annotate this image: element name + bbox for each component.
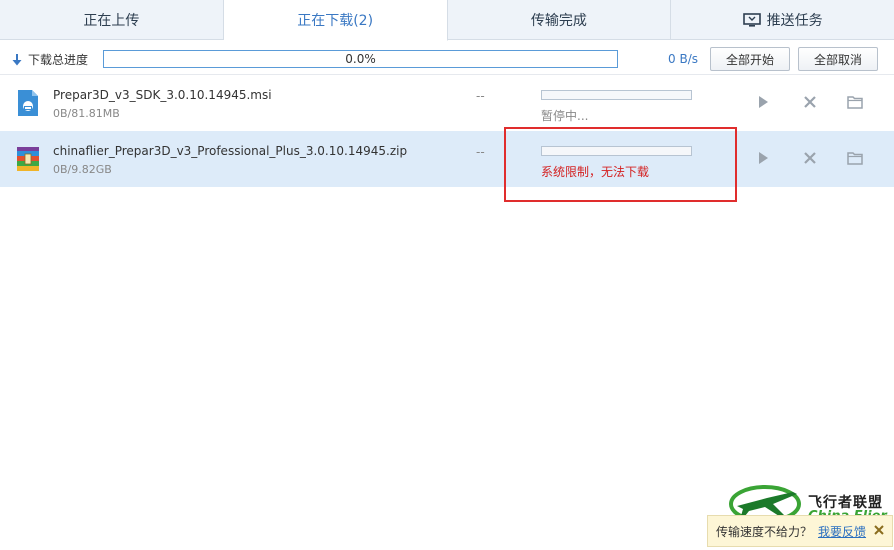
- cancel-all-button[interactable]: 全部取消: [798, 47, 878, 71]
- close-icon[interactable]: [802, 150, 818, 166]
- download-arrow-icon: [12, 53, 22, 66]
- file-speed: --: [476, 89, 485, 103]
- file-size: 0B/9.82GB: [53, 163, 112, 176]
- download-row[interactable]: chinaflier_Prepar3D_v3_Professional_Plus…: [0, 131, 894, 187]
- file-speed: --: [476, 145, 485, 159]
- file-progress-bar: [541, 90, 692, 100]
- total-progress-label: 下载总进度: [12, 51, 88, 68]
- play-icon[interactable]: [755, 94, 771, 110]
- file-status-error: 系统限制，无法下载: [541, 165, 650, 179]
- file-name: chinaflier_Prepar3D_v3_Professional_Plus…: [53, 144, 408, 158]
- monitor-icon: [742, 12, 761, 27]
- folder-icon[interactable]: [847, 150, 863, 166]
- total-progress-text: 下载总进度: [28, 53, 89, 67]
- file-progress-bar: [541, 146, 692, 156]
- close-icon[interactable]: [872, 523, 886, 537]
- start-all-button[interactable]: 全部开始: [710, 47, 790, 71]
- tab-downloading[interactable]: 正在下载(2): [223, 0, 448, 41]
- play-icon[interactable]: [755, 150, 771, 166]
- msi-installer-icon: [16, 89, 40, 117]
- feedback-link[interactable]: 我要反馈: [818, 523, 866, 540]
- close-icon[interactable]: [802, 94, 818, 110]
- total-progress-bar: 0.0%: [103, 50, 618, 68]
- folder-icon[interactable]: [847, 94, 863, 110]
- file-size: 0B/81.81MB: [53, 107, 120, 120]
- feedback-text: 传输速度不给力？: [716, 524, 813, 539]
- tab-completed[interactable]: 传输完成: [448, 0, 672, 39]
- download-row[interactable]: Prepar3D_v3_SDK_3.0.10.14945.msi 0B/81.8…: [0, 75, 894, 131]
- file-name: Prepar3D_v3_SDK_3.0.10.14945.msi: [53, 88, 272, 102]
- tab-uploading-label: 正在上传: [83, 12, 140, 29]
- zip-archive-icon: [16, 145, 40, 173]
- total-progress-row: 下载总进度 0.0% 0 B/s 全部开始 全部取消: [0, 41, 894, 75]
- feedback-bar: 传输速度不给力？ 我要反馈: [707, 515, 893, 547]
- file-status: 暂停中...: [541, 109, 589, 123]
- tab-bar: 正在上传 正在下载(2) 传输完成 推送任务: [0, 0, 894, 41]
- tab-uploading[interactable]: 正在上传: [0, 0, 224, 39]
- total-speed: 0 B/s: [668, 52, 698, 66]
- total-progress-percent: 0.0%: [345, 52, 376, 66]
- tab-push-tasks-label: 推送任务: [766, 12, 823, 29]
- tab-push-tasks[interactable]: 推送任务: [671, 0, 894, 39]
- tab-completed-label: 传输完成: [530, 12, 587, 29]
- tab-downloading-label: 正在下载(2): [297, 13, 374, 29]
